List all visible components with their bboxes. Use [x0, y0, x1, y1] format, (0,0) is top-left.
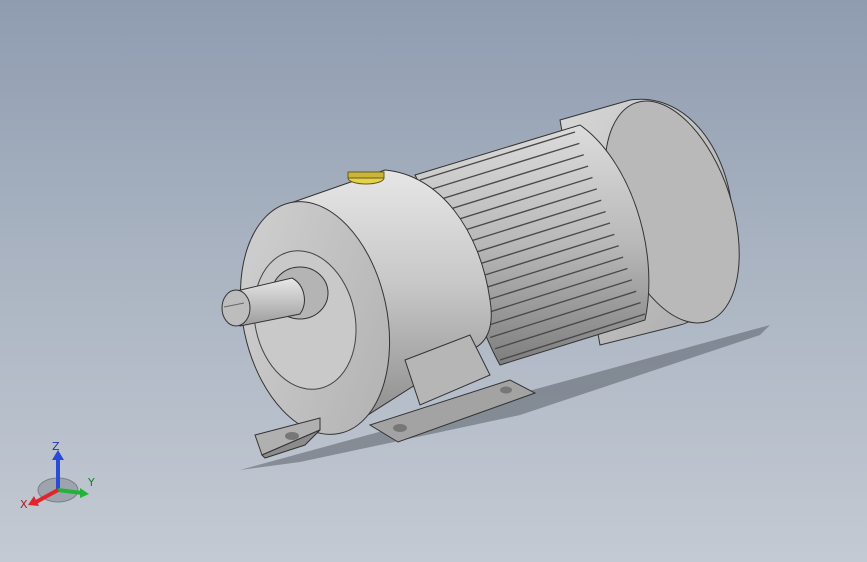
- gear-motor-model[interactable]: [0, 0, 867, 562]
- y-axis-arrow: [80, 488, 89, 498]
- z-axis-label: Z: [52, 440, 60, 453]
- y-axis-label: Y: [87, 476, 95, 489]
- terminal-plug[interactable]: [347, 171, 385, 185]
- x-axis-label: X: [20, 498, 28, 511]
- axis-triad: Z Y X: [20, 440, 95, 511]
- 3d-viewport[interactable]: Z Y X: [0, 0, 867, 562]
